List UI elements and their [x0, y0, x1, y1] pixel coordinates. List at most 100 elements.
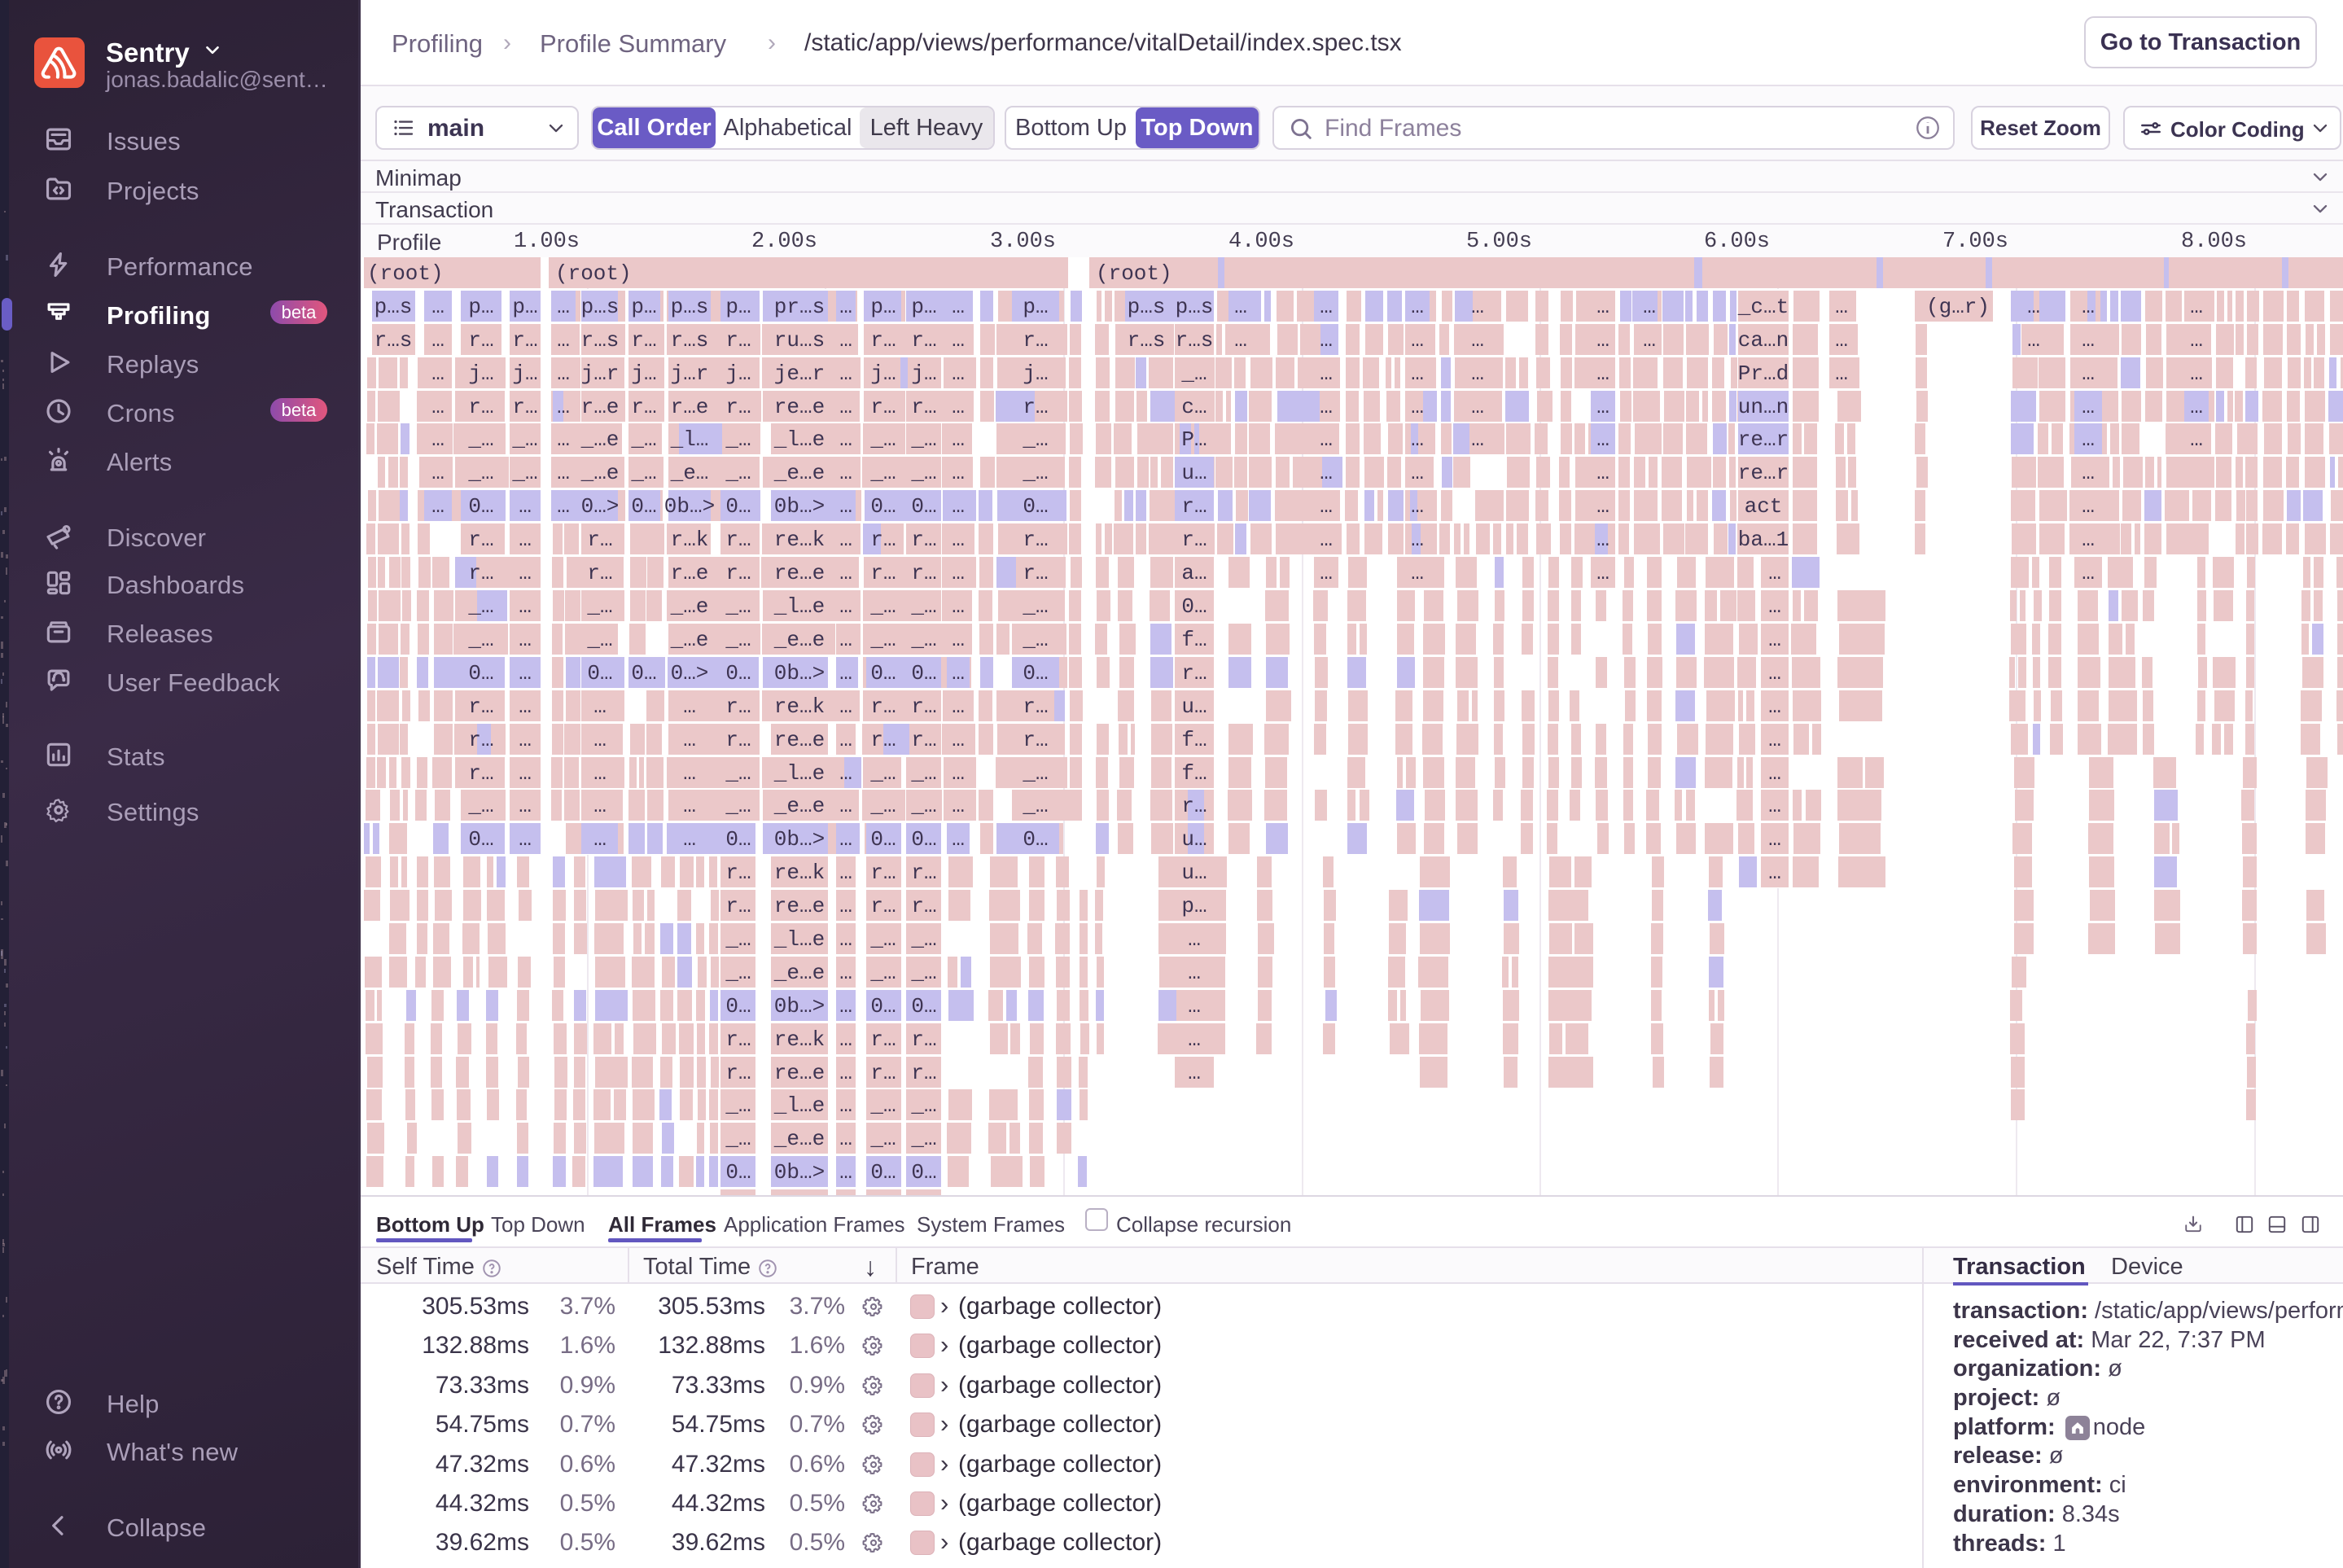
svg-text:re…e: re…e [774, 561, 825, 585]
svg-text:r…e: r…e [671, 561, 709, 585]
svg-text:u…: u… [1181, 861, 1207, 885]
svg-text:r…: r… [725, 1061, 751, 1085]
svg-text:…: … [519, 628, 532, 652]
svg-text:…: … [431, 427, 445, 452]
svg-text:(root): (root) [1096, 261, 1172, 286]
svg-text:…: … [839, 761, 852, 786]
svg-text:u…: u… [1181, 827, 1207, 852]
svg-text:…: … [839, 961, 852, 985]
svg-text:r…: r… [870, 1061, 896, 1085]
svg-text:_…: _… [869, 927, 896, 952]
svg-text:…: … [1320, 461, 1333, 485]
svg-text:r…: r… [911, 861, 936, 885]
svg-text:_…: _… [630, 461, 656, 485]
svg-text:r…: r… [1023, 528, 1048, 552]
svg-text:…: … [593, 794, 607, 818]
svg-text:…: … [1768, 794, 1781, 818]
svg-text:…: … [952, 528, 965, 552]
svg-text:…: … [839, 1093, 852, 1118]
svg-text:_e…e: _e…e [773, 628, 825, 652]
svg-text:u…: u… [1181, 461, 1207, 485]
svg-text:0…: 0… [631, 494, 656, 519]
svg-text:…: … [839, 528, 852, 552]
svg-text:0…: 0… [725, 827, 751, 852]
svg-text:_…: _… [1180, 361, 1207, 386]
svg-text:p…: p… [870, 295, 896, 319]
svg-text:j…: j… [631, 361, 656, 386]
svg-text:_…: _… [725, 1127, 751, 1151]
svg-text:_e…e: _e…e [773, 1127, 825, 1151]
svg-text:…: … [952, 694, 965, 719]
svg-text:…: … [2082, 561, 2095, 585]
svg-text:…: … [839, 694, 852, 719]
svg-text:r…s: r…s [671, 328, 709, 353]
svg-text:…: … [1471, 427, 1484, 452]
svg-text:_…: _… [725, 1093, 751, 1118]
svg-text:_…: _… [586, 594, 612, 619]
svg-text:f…: f… [1181, 761, 1207, 786]
svg-text:_…: _… [910, 794, 936, 818]
svg-text:re…r: re…r [1738, 427, 1789, 452]
svg-text:…: … [557, 295, 570, 319]
svg-text:r…: r… [587, 528, 612, 552]
svg-text:_l…e: _l…e [773, 761, 825, 786]
svg-text:p…: p… [911, 295, 936, 319]
svg-text:r…: r… [911, 1027, 936, 1052]
svg-text:…: … [683, 827, 696, 852]
svg-text:p…: p… [1181, 894, 1207, 918]
svg-text:0…: 0… [911, 827, 936, 852]
svg-text:…: … [431, 361, 445, 386]
svg-text:r…: r… [870, 395, 896, 419]
svg-text:p…: p… [468, 295, 493, 319]
svg-text:_…: _… [1022, 761, 1048, 786]
svg-text:…: … [1643, 328, 1656, 353]
svg-text:…: … [519, 728, 532, 752]
svg-text:…: … [1768, 728, 1781, 752]
svg-text:r…: r… [631, 328, 656, 353]
svg-text:r…e: r…e [671, 395, 709, 419]
svg-text:…: … [1835, 361, 1848, 386]
svg-text:…: … [1643, 295, 1656, 319]
svg-text:_…: _… [725, 427, 751, 452]
svg-text:r…: r… [1023, 728, 1048, 752]
svg-text:0…: 0… [1181, 594, 1207, 619]
svg-text:…: … [1596, 328, 1609, 353]
svg-text:j…r: j…r [581, 361, 620, 386]
svg-text:…: … [1188, 1027, 1201, 1052]
svg-text:…: … [839, 894, 852, 918]
svg-text:…: … [683, 728, 696, 752]
svg-text:…: … [1411, 528, 1424, 552]
svg-text:0b…>: 0b…> [774, 1160, 825, 1185]
svg-text:…: … [839, 594, 852, 619]
svg-text:…: … [1234, 328, 1247, 353]
svg-text:…: … [839, 827, 852, 852]
svg-text:0b…>: 0b…> [774, 994, 825, 1018]
svg-text:r…: r… [911, 561, 936, 585]
svg-text:r…: r… [725, 894, 751, 918]
svg-text:…: … [1596, 395, 1609, 419]
svg-text:r…: r… [870, 328, 896, 353]
svg-text:…: … [1471, 395, 1484, 419]
svg-text:…: … [519, 494, 532, 519]
svg-text:…: … [2082, 361, 2095, 386]
svg-text:…: … [431, 494, 445, 519]
svg-text:…: … [519, 528, 532, 552]
svg-text:…: … [1768, 694, 1781, 719]
svg-text:…: … [557, 427, 570, 452]
svg-text:r…: r… [911, 694, 936, 719]
svg-text:0…: 0… [468, 494, 493, 519]
svg-text:p…s: p…s [374, 295, 413, 319]
svg-text:…: … [952, 361, 965, 386]
svg-text:r…: r… [725, 561, 751, 585]
svg-text:…: … [952, 328, 965, 353]
svg-text:_l…e: _l…e [773, 594, 825, 619]
svg-text:r…: r… [1181, 494, 1207, 519]
svg-text:p…s: p…s [581, 295, 620, 319]
svg-text:_…: _… [869, 461, 896, 485]
svg-text:r…: r… [911, 728, 936, 752]
svg-text:re…e: re…e [774, 894, 825, 918]
svg-text:r…: r… [870, 561, 896, 585]
svg-text:…: … [1188, 994, 1201, 1018]
svg-text:…: … [557, 361, 570, 386]
svg-text:…: … [2027, 295, 2040, 319]
